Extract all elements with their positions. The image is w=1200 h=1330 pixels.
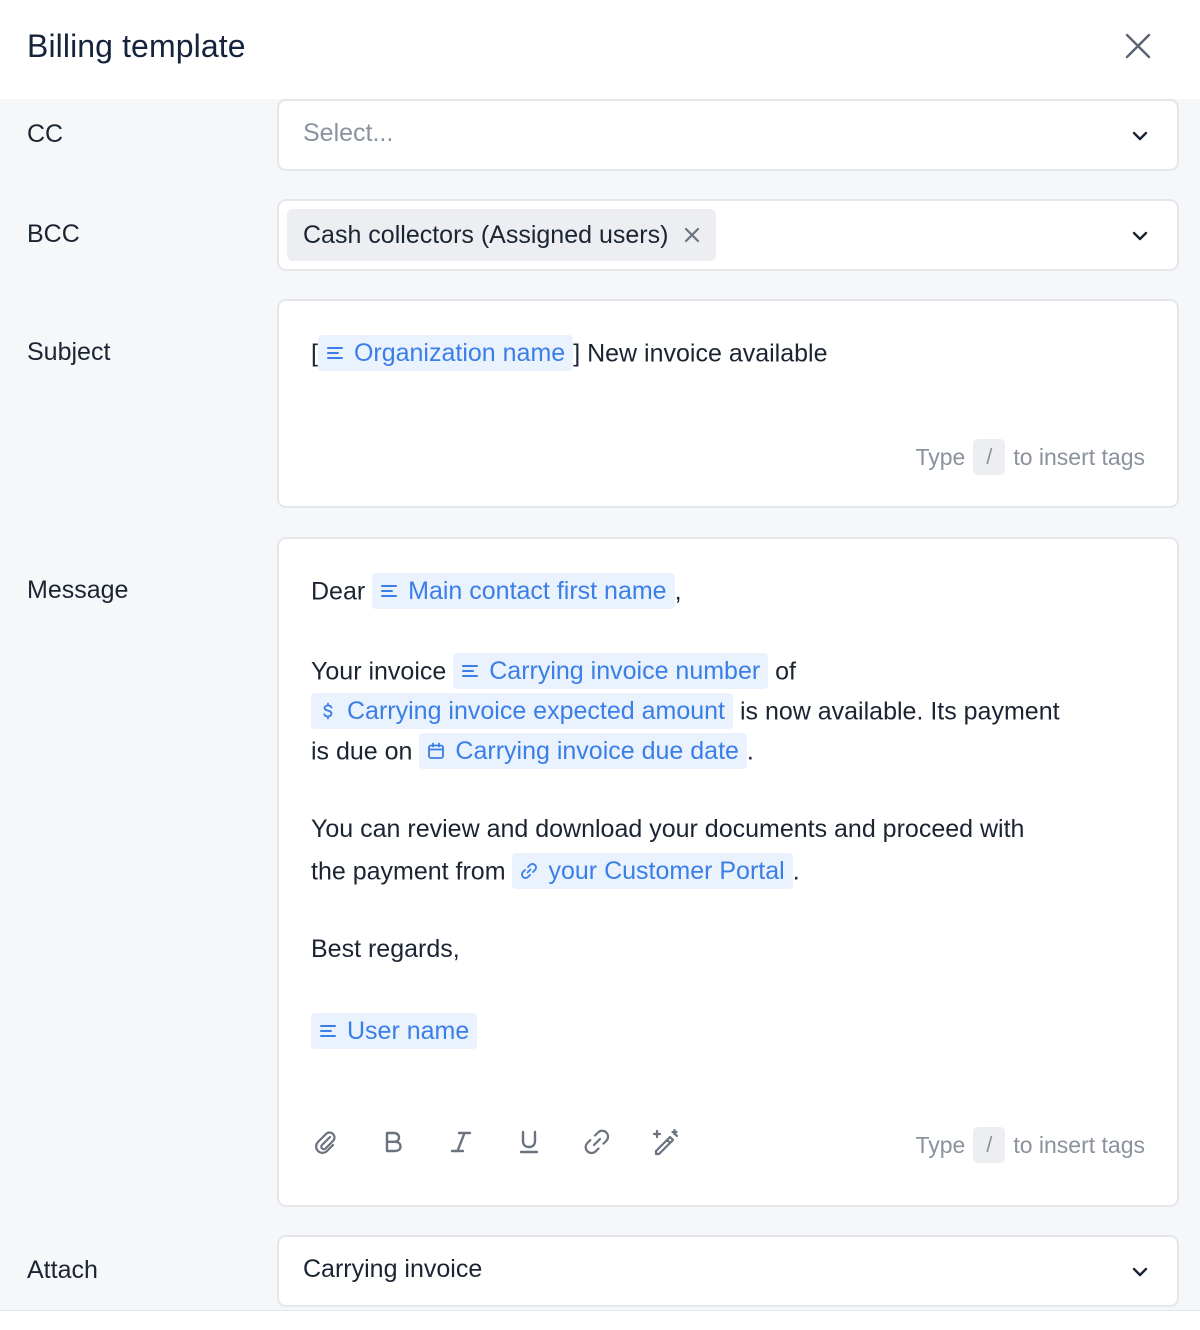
link-icon	[520, 862, 538, 880]
message-line-6: the payment from your Customer Portal.	[311, 853, 800, 891]
message-line-4: is due on Carrying invoice due date.	[311, 733, 754, 771]
attach-select[interactable]: Carrying invoice	[277, 1235, 1179, 1307]
text-lines-icon	[319, 1022, 337, 1040]
tag-label: Organization name	[353, 338, 566, 367]
text-lines-icon	[461, 662, 479, 680]
tag-main-contact-first-name[interactable]: Main contact first name	[372, 573, 675, 609]
hint-type: Type	[915, 1131, 966, 1158]
insert-link-button[interactable]	[583, 1128, 611, 1156]
formatting-toolbar	[311, 1128, 719, 1156]
tag-user-name[interactable]: User name	[311, 1013, 478, 1049]
message-label: Message	[27, 576, 129, 604]
tag-carrying-invoice-number[interactable]: Carrying invoice number	[453, 653, 769, 689]
message-payment-from: the payment from	[311, 857, 506, 886]
calendar-icon	[427, 742, 445, 760]
slash-key: /	[973, 1127, 1006, 1163]
subject-label: Subject	[27, 338, 111, 366]
bcc-chip: Cash collectors (Assigned users)	[287, 209, 717, 261]
message-line-7: Best regards,	[311, 935, 460, 964]
subject-text: New invoice available	[587, 339, 828, 368]
message-dear: Dear	[311, 577, 366, 606]
tag-label: Carrying invoice number	[489, 656, 761, 685]
bcc-select[interactable]: Cash collectors (Assigned users)	[277, 199, 1179, 271]
close-icon	[1125, 33, 1151, 59]
text-lines-icon	[326, 344, 344, 362]
paperclip-icon	[315, 1131, 336, 1154]
bcc-chip-label: Cash collectors (Assigned users)	[303, 220, 669, 249]
message-line-1: Dear Main contact first name,	[311, 573, 682, 611]
message-line-8: User name	[311, 1013, 478, 1051]
attach-button[interactable]	[311, 1128, 339, 1156]
dollar-icon	[319, 702, 337, 720]
close-button[interactable]	[1118, 26, 1158, 66]
insert-tags-hint: Type / to insert tags	[915, 439, 1145, 475]
message-due-on: is due on	[311, 737, 413, 766]
message-comma: ,	[674, 577, 682, 606]
message-line-5: You can review and download your documen…	[311, 815, 1024, 844]
message-line-2: Your invoice Carrying invoice number of	[311, 653, 796, 691]
cc-select[interactable]: Select...	[277, 99, 1179, 171]
insert-tags-hint: Type / to insert tags	[915, 1127, 1145, 1163]
hint-insert: to insert tags	[1013, 1131, 1145, 1158]
ai-assist-button[interactable]	[651, 1128, 679, 1156]
underline-button[interactable]	[515, 1128, 543, 1156]
modal-title: Billing template	[27, 28, 246, 64]
subject-line: [ Organization name] New invoice availabl…	[311, 335, 828, 373]
italic-icon	[450, 1131, 472, 1153]
message-your-invoice: Your invoice	[311, 657, 447, 686]
attach-value: Carrying invoice	[303, 1255, 483, 1283]
subject-close-bracket: ]	[573, 339, 581, 368]
cc-placeholder: Select...	[303, 119, 394, 147]
tag-carrying-invoice-due-date[interactable]: Carrying invoice due date	[419, 733, 747, 769]
message-line-3: Carrying invoice expected amount is now …	[311, 693, 1060, 731]
close-icon	[685, 227, 700, 243]
slash-key: /	[973, 439, 1006, 475]
chevron-down-icon[interactable]	[1129, 1261, 1151, 1283]
hint-type: Type	[915, 443, 966, 470]
chip-remove-button[interactable]	[682, 225, 702, 245]
modal-header: Billing template	[0, 0, 1200, 99]
cc-label: CC	[27, 120, 64, 148]
bcc-label: BCC	[27, 220, 80, 248]
chevron-down-icon[interactable]	[1129, 125, 1151, 147]
magic-wand-icon	[652, 1128, 679, 1156]
hint-insert: to insert tags	[1013, 443, 1145, 470]
message-of: of	[775, 657, 796, 686]
message-period: .	[746, 737, 754, 766]
message-now-available: is now available. Its payment	[739, 697, 1060, 726]
underline-icon	[519, 1130, 539, 1154]
subject-open-bracket: [	[311, 339, 318, 368]
subject-editor[interactable]: [ Organization name] New invoice availabl…	[277, 299, 1179, 508]
link-icon	[584, 1129, 610, 1155]
italic-button[interactable]	[447, 1128, 475, 1156]
message-period-2: .	[792, 857, 800, 886]
message-regards: Best regards,	[311, 935, 460, 963]
message-review-line: You can review and download your documen…	[311, 815, 1025, 843]
tag-label: Carrying invoice due date	[455, 736, 739, 765]
tag-label: Carrying invoice expected amount	[347, 696, 725, 725]
tag-customer-portal[interactable]: your Customer Portal	[512, 853, 793, 889]
bold-button[interactable]	[379, 1128, 407, 1156]
footer-divider	[0, 1310, 1200, 1330]
text-lines-icon	[380, 582, 398, 600]
tag-organization-name[interactable]: Organization name	[317, 335, 574, 371]
bold-icon	[385, 1131, 402, 1153]
tag-label: your Customer Portal	[548, 856, 785, 885]
tag-carrying-invoice-expected-amount[interactable]: Carrying invoice expected amount	[311, 693, 733, 729]
attach-label: Attach	[27, 1256, 98, 1284]
tag-label: User name	[347, 1016, 470, 1045]
chevron-down-icon[interactable]	[1129, 225, 1151, 247]
tag-label: Main contact first name	[408, 576, 667, 605]
message-editor[interactable]: Dear Main contact first name, Your invoi…	[277, 537, 1179, 1207]
